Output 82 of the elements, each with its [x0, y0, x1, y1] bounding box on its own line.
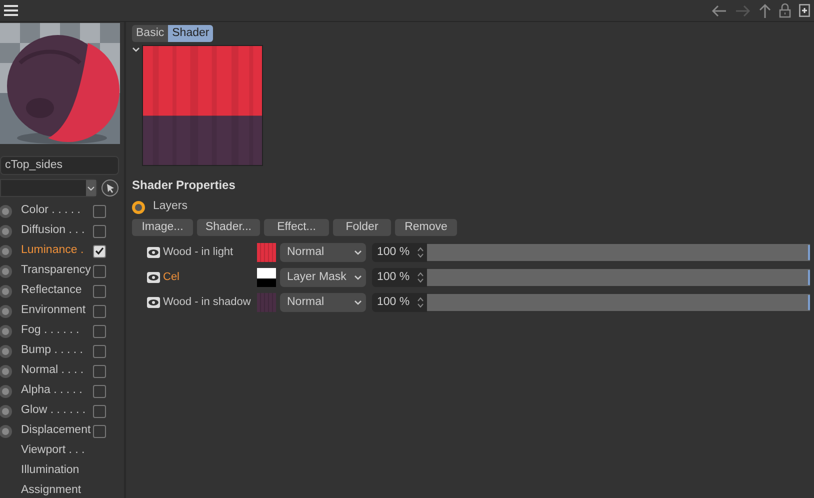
checkbox[interactable]	[93, 384, 106, 398]
channel-label[interactable]: Environment	[21, 302, 91, 320]
channel-label[interactable]: Transparency	[21, 262, 91, 280]
new-window-icon[interactable]	[799, 4, 810, 17]
channel-label[interactable]: Fog . . . . . .	[21, 322, 91, 340]
channel-dot[interactable]	[0, 384, 12, 398]
opacity-field[interactable]: 100 %	[372, 293, 427, 312]
channel-dot[interactable]	[0, 224, 12, 238]
checkbox[interactable]	[93, 304, 106, 318]
checkbox[interactable]	[93, 424, 106, 438]
channel-dot[interactable]	[0, 344, 12, 358]
channel-dot[interactable]	[0, 364, 12, 378]
checkbox[interactable]	[93, 204, 106, 218]
channel-dot[interactable]	[0, 304, 12, 318]
checkbox[interactable]	[93, 224, 106, 238]
eye-icon[interactable]	[147, 272, 160, 283]
opacity-slider[interactable]	[427, 269, 810, 286]
checkbox[interactable]	[93, 284, 106, 298]
checkbox[interactable]	[93, 404, 106, 418]
swatch[interactable]	[257, 268, 276, 287]
checkbox[interactable]	[93, 364, 106, 378]
channel-label[interactable]: Luminance .	[21, 242, 91, 260]
tab[interactable]: Shader	[168, 25, 214, 42]
opacity-slider[interactable]	[427, 294, 810, 311]
channel-dot[interactable]	[0, 244, 12, 258]
chevron-down-icon	[86, 180, 96, 196]
spinner-icon[interactable]	[417, 271, 424, 284]
channel-label[interactable]: Illumination	[21, 462, 91, 480]
pointer-icon[interactable]	[101, 179, 119, 197]
radio-button[interactable]	[132, 200, 145, 214]
chevron-down-icon	[354, 274, 362, 280]
chevron-down-icon	[354, 300, 362, 306]
channel-dot[interactable]	[0, 404, 12, 418]
chevron-down-icon	[354, 250, 362, 256]
chevron-down-icon[interactable]	[132, 47, 140, 53]
channel-label[interactable]: Normal . . . .	[21, 362, 91, 380]
dropdown-field[interactable]	[0, 179, 97, 197]
back-arrow-icon[interactable]	[711, 4, 727, 16]
layer-name[interactable]: Wood - in shadow	[163, 294, 257, 311]
channel-dot[interactable]	[0, 284, 12, 298]
checkbox[interactable]	[93, 264, 106, 278]
channel-dot[interactable]	[0, 264, 12, 278]
checkbox[interactable]	[93, 324, 106, 338]
channel-label[interactable]: Displacement	[21, 422, 91, 440]
opacity-slider[interactable]	[427, 244, 810, 261]
channel-label[interactable]: Bump . . . . .	[21, 342, 91, 360]
tab[interactable]: Basic	[132, 25, 168, 42]
action-button[interactable]: Folder	[333, 219, 391, 236]
opacity-field[interactable]: 100 %	[372, 243, 427, 262]
checkbox[interactable]	[93, 244, 106, 258]
radio-label: Layers	[153, 199, 188, 214]
action-button[interactable]: Remove	[395, 219, 457, 236]
channel-label[interactable]: Reflectance	[21, 282, 91, 300]
action-button[interactable]: Effect...	[264, 219, 329, 236]
channel-dot[interactable]	[0, 424, 12, 438]
blend-mode-dropdown[interactable]: Layer Mask	[280, 268, 366, 287]
eye-icon[interactable]	[147, 247, 160, 258]
action-button[interactable]: Shader...	[197, 219, 260, 236]
menu-icon[interactable]	[4, 5, 18, 16]
blend-mode-dropdown[interactable]: Normal	[280, 243, 366, 262]
section-title: Shader Properties	[132, 177, 236, 194]
opacity-field[interactable]: 100 %	[372, 268, 427, 287]
eye-icon[interactable]	[147, 297, 160, 308]
up-arrow-icon[interactable]	[759, 2, 771, 18]
channel-label[interactable]: Assignment	[21, 482, 91, 498]
material-name-field[interactable]: cTop_sides	[0, 156, 119, 175]
channel-label[interactable]: Viewport . . .	[21, 442, 91, 460]
channel-dot[interactable]	[0, 204, 12, 218]
swatch[interactable]	[257, 243, 276, 262]
action-button[interactable]: Image...	[132, 219, 193, 236]
channel-label[interactable]: Glow . . . . . .	[21, 402, 91, 420]
layer-name[interactable]: Wood - in light	[163, 244, 257, 261]
channel-label[interactable]: Color . . . . .	[21, 202, 91, 220]
channel-dot[interactable]	[0, 324, 12, 338]
lock-icon[interactable]	[779, 3, 791, 18]
spinner-icon[interactable]	[417, 296, 424, 309]
spinner-icon[interactable]	[417, 246, 424, 259]
blend-mode-dropdown[interactable]: Normal	[280, 293, 366, 312]
layer-name[interactable]: Cel	[163, 269, 257, 286]
channel-label[interactable]: Diffusion . . .	[21, 222, 91, 240]
channel-label[interactable]: Alpha . . . . .	[21, 382, 91, 400]
checkbox[interactable]	[93, 344, 106, 358]
